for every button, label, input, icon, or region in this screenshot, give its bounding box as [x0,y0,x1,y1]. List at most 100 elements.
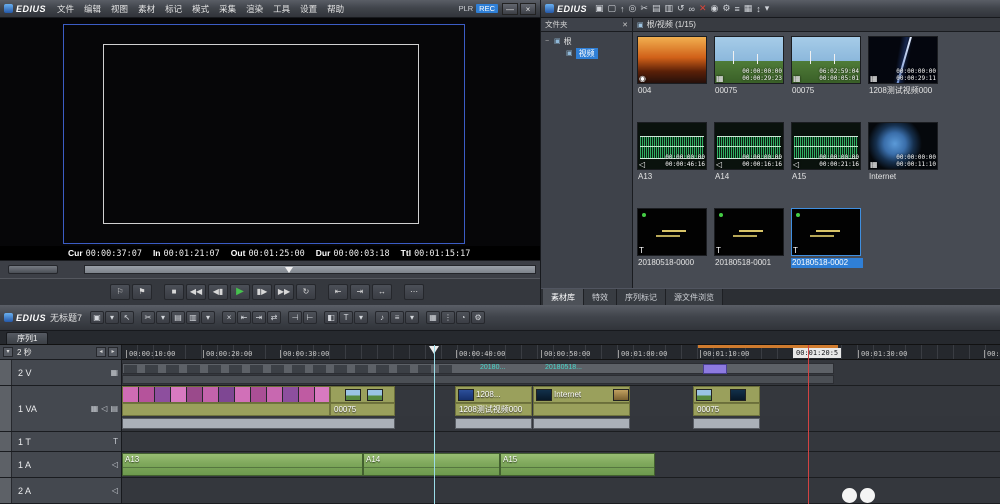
menubar-item-9[interactable]: 设置 [295,3,322,15]
track-header-1va[interactable]: 1 VA▦◁▤ [0,386,121,432]
copy-icon[interactable]: ▤ [171,311,185,324]
bin-clip[interactable]: ▦00:00:00:0000:00:29:111208测试视频000 [868,36,942,122]
close-button[interactable]: × [520,3,536,15]
menubar-item-6[interactable]: 采集 [214,3,241,15]
track-header-2v[interactable]: 2 V▦ [0,360,121,386]
bin-tab-1[interactable]: 特效 [584,289,617,305]
save-icon[interactable]: ▣ [90,311,104,324]
bin-clip-thumbnail[interactable]: ◁00:00:00:0000:00:46:16 [637,122,707,170]
mixer-icon[interactable]: ⋮ [441,311,455,324]
zoom-out-icon[interactable]: ◂ [96,347,106,357]
play-around-button[interactable]: ↔ [372,284,392,300]
goto-out-button[interactable]: ⇥ [350,284,370,300]
bin-clip-thumbnail[interactable]: T [714,208,784,256]
grid-view-icon[interactable]: ▦ [426,311,440,324]
thumbnail-view-icon[interactable]: ▦ [744,3,753,14]
track-header-1t[interactable]: 1 TT [0,432,121,452]
bin-clip[interactable]: ◉004 [637,36,711,122]
track-select-cell[interactable] [0,452,12,477]
title-icon[interactable]: T [113,437,118,446]
expand-icon[interactable]: ▤ [110,404,118,413]
chevron-down-icon[interactable]: ▾ [105,311,119,324]
menubar-item-1[interactable]: 编辑 [79,3,106,15]
film-icon[interactable]: ▦ [110,368,118,377]
insert-mode-icon[interactable]: ⇥ [252,311,266,324]
export-icon[interactable]: ≡ [390,311,404,324]
va-clip[interactable] [330,386,395,403]
chevron-down-icon[interactable]: ▾ [405,311,419,324]
bin-clip[interactable]: ▦00:00:00:0000:00:29:2300075 [714,36,788,122]
bin-clip-thumbnail[interactable]: T [637,208,707,256]
prev-frame-button[interactable]: ◀▮ [208,284,228,300]
menubar-item-2[interactable]: 视图 [106,3,133,15]
title-icon[interactable]: T [339,311,353,324]
set-in-button[interactable]: ⚐ [110,284,130,300]
menubar-item-7[interactable]: 渲染 [241,3,268,15]
track-select-cell[interactable] [0,478,12,503]
film-icon[interactable]: ▦ [91,404,99,413]
sort-icon[interactable]: ↕ [756,4,761,14]
chevron-down-icon[interactable]: ▾ [156,311,170,324]
menubar-item-0[interactable]: 文件 [52,3,79,15]
more-icon[interactable]: ▾ [765,3,770,14]
set-out-button[interactable]: ⚑ [132,284,152,300]
rewind-button[interactable]: ◀◀ [186,284,206,300]
undo-icon[interactable]: ↺ [677,3,685,14]
select-cursor-icon[interactable]: ↖ [120,311,134,324]
cut-icon[interactable]: ✂ [640,3,648,14]
track-a1-content[interactable]: A13A14A15 [122,452,1000,478]
track-header-2a[interactable]: 2 A◁ [0,478,121,504]
timeline-ruler[interactable]: 00:00:10:0000:00:20:0000:00:30:0000:00:4… [122,345,1000,360]
fast-forward-button[interactable]: ▶▶ [274,284,294,300]
menubar-item-4[interactable]: 标记 [160,3,187,15]
folder-tree-item-1[interactable]: ▣视频 [541,47,632,59]
v2-selected-clip[interactable] [703,364,727,374]
goto-in-button[interactable]: ⇤ [328,284,348,300]
more-button[interactable]: ⋯ [404,284,424,300]
bin-clip-thumbnail[interactable]: ▦06:02:59:0400:00:05:01 [791,36,861,84]
paste-icon[interactable]: ▥ [186,311,200,324]
bin-clip[interactable]: ◁00:00:00:0000:00:21:16A15 [791,122,865,208]
bin-clip[interactable]: T20180518-0002 [791,208,865,288]
track-t1-content[interactable] [122,432,1000,452]
expander-icon[interactable]: − [545,38,551,45]
trim-out-icon[interactable]: ⊢ [303,311,317,324]
chevron-down-icon[interactable]: ▾ [201,311,215,324]
shuttle-slider[interactable] [8,265,58,274]
settings-gear-icon[interactable]: ⚙ [722,3,730,14]
va-clip[interactable] [122,386,330,403]
next-frame-button[interactable]: ▮▶ [252,284,272,300]
audio-clip[interactable]: A13 [122,453,363,476]
bin-clip[interactable]: ◁00:00:00:0000:00:16:16A14 [714,122,788,208]
menubar-item-5[interactable]: 模式 [187,3,214,15]
bin-clip-thumbnail[interactable]: ◉ [637,36,707,84]
cut-icon[interactable]: ✂ [141,311,155,324]
settings-gear-icon[interactable]: ⚙ [471,311,485,324]
stop-button[interactable]: ■ [164,284,184,300]
search-icon[interactable]: ◎ [629,3,637,14]
bin-clip-thumbnail[interactable]: ◁00:00:00:0000:00:16:16 [714,122,784,170]
va-clip[interactable]: 1208... [455,386,532,403]
speaker-icon[interactable]: ◁ [112,460,118,469]
list-view-icon[interactable]: ≡ [734,4,739,14]
menubar-item-10[interactable]: 帮助 [322,3,349,15]
bin-clip[interactable]: ▦00:00:00:0000:00:11:10Internet [868,122,942,208]
sequence-tab[interactable]: 序列1 [6,332,48,344]
add-transition-icon[interactable]: ◧ [324,311,338,324]
recorder-mode-indicator[interactable]: REC [476,4,498,13]
bin-clip-thumbnail[interactable]: ▦00:00:00:0000:00:29:23 [714,36,784,84]
bin-tab-2[interactable]: 序列标记 [617,289,666,305]
bin-clip-thumbnail[interactable]: ▦00:00:00:0000:00:29:11 [868,36,938,84]
voiceover-icon[interactable]: ♪ [375,311,389,324]
clock-icon[interactable]: ◔ [456,311,470,324]
bin-tab-3[interactable]: 源文件浏览 [666,289,723,305]
va-clip[interactable] [693,386,760,403]
menubar-item-3[interactable]: 素材 [133,3,160,15]
delete-icon[interactable]: × [222,311,236,324]
chevron-down-icon[interactable]: ▾ [3,347,13,357]
bin-clip[interactable]: T20180518-0000 [637,208,711,288]
track-select-cell[interactable] [0,386,12,431]
zoom-in-icon[interactable]: ▸ [108,347,118,357]
delete-icon[interactable]: ✕ [699,3,707,14]
player-mode-indicator[interactable]: PLR [459,4,474,13]
